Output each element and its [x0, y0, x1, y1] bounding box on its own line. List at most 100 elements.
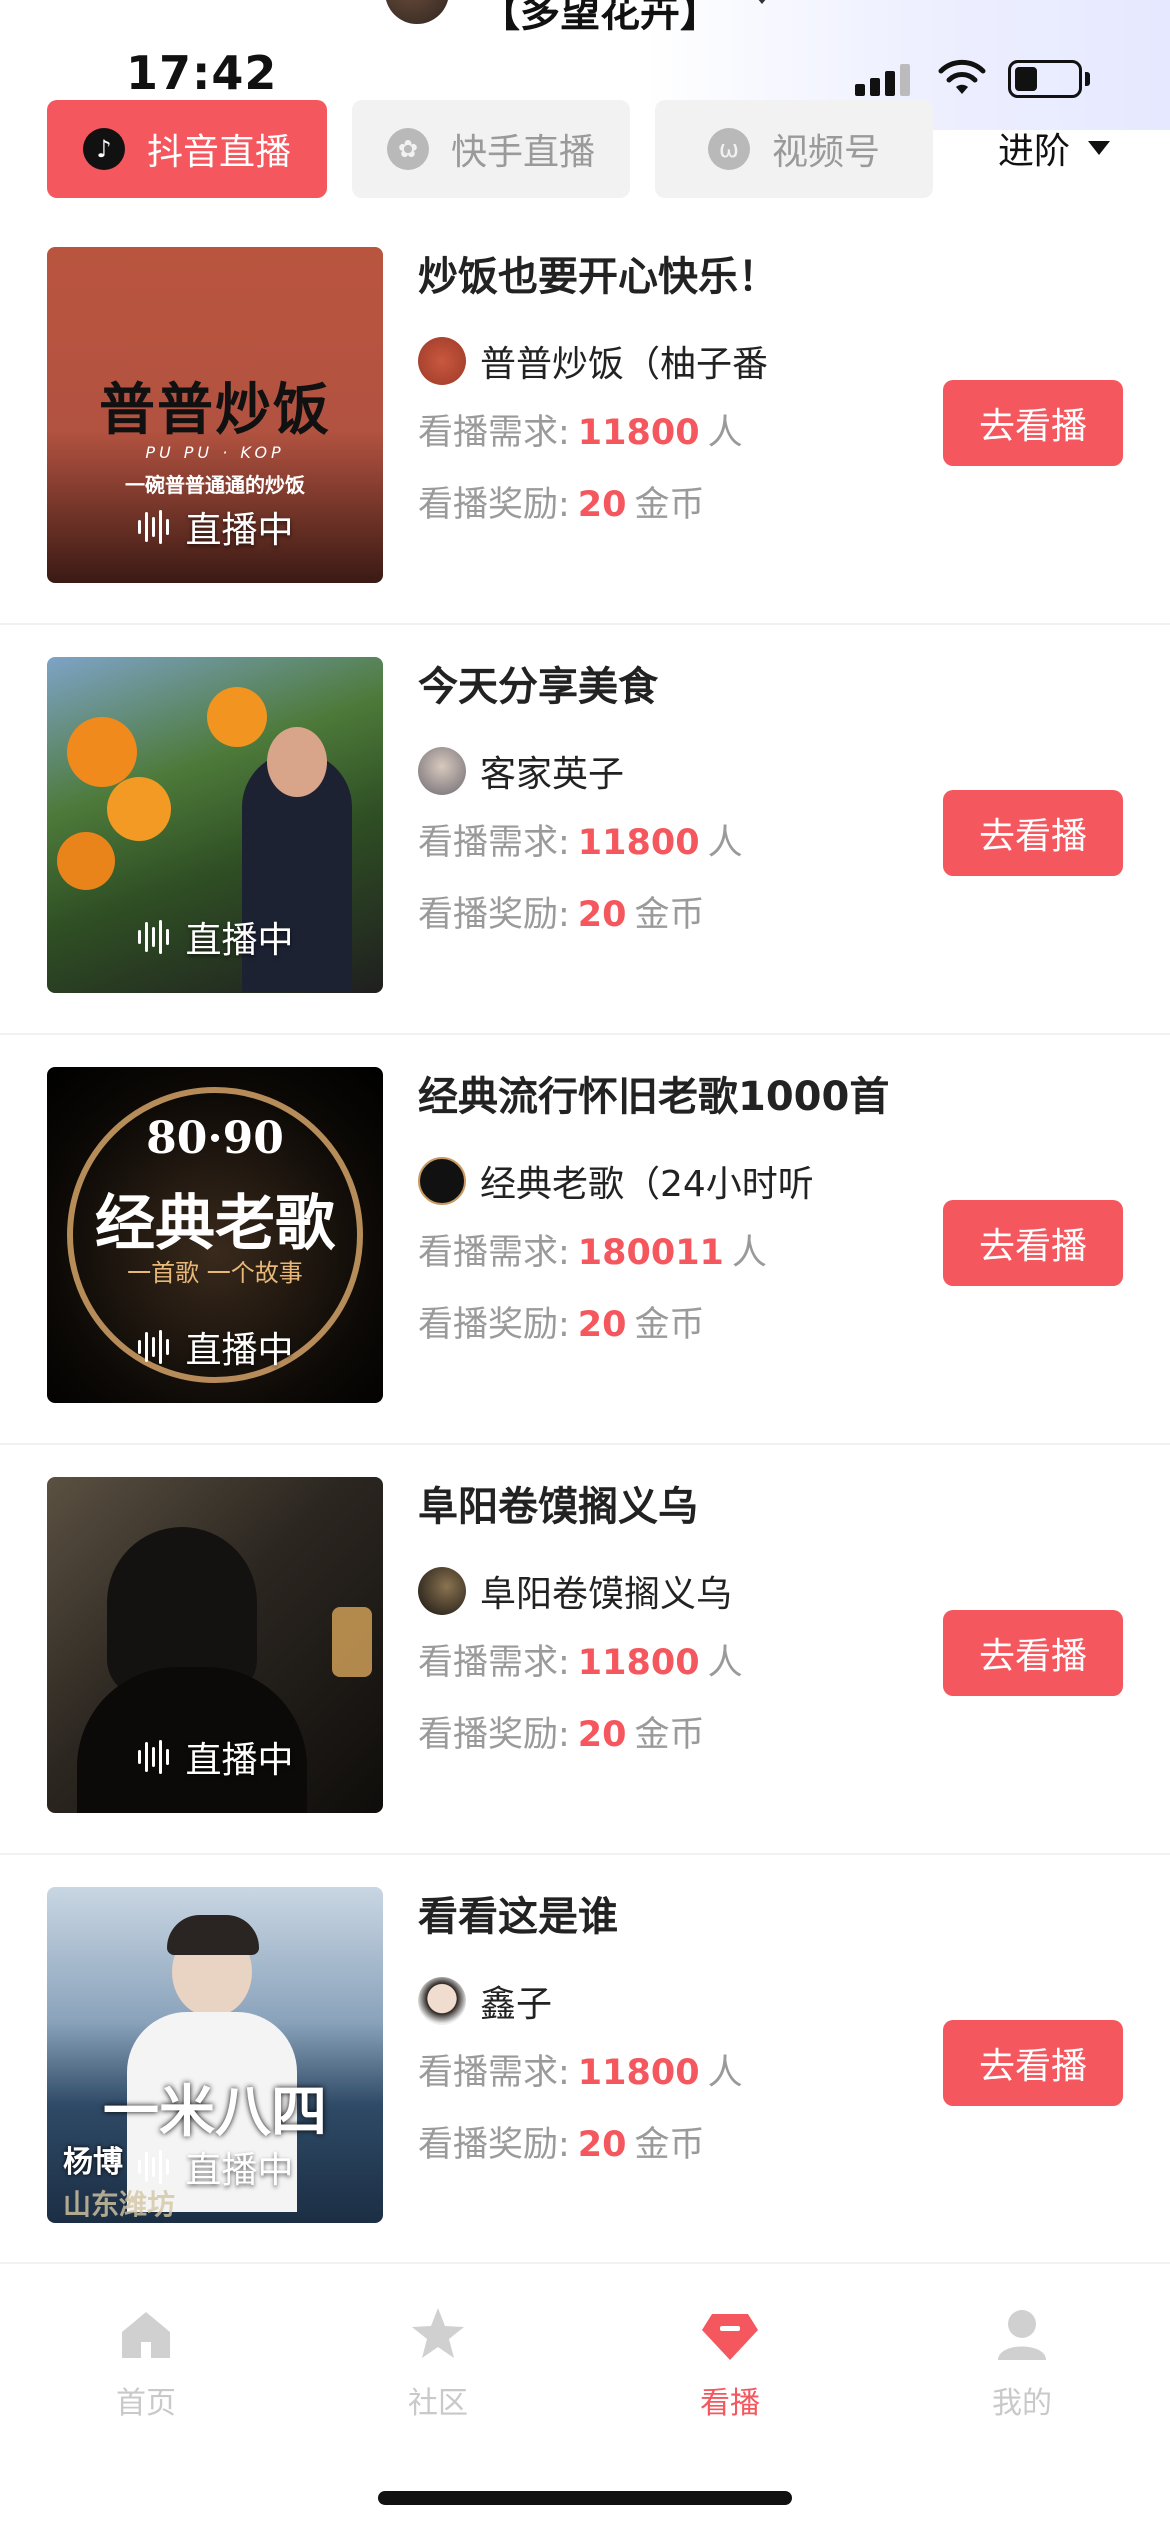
audio-wave-icon [136, 2149, 171, 2185]
watch-reward: 看播奖励: 20 金币 [418, 485, 705, 525]
list-item[interactable]: 直播中 今天分享美食 客家英子 看播需求: 11800 人 看播奖励: 20 金币 去看… [0, 625, 1170, 1035]
go-watch-button[interactable]: 去看播 [943, 790, 1123, 876]
platform-tabs: ♪ 抖音直播 ✿ 快手直播 ω 视频号 进阶 [0, 100, 1170, 200]
tab-label: 快手直播 [450, 132, 595, 173]
live-list: 普普炒饭 PU PU · KOP 一碗普普通通的炒饭 直播中 炒饭也要开心快乐！… [0, 215, 1170, 2265]
chevron-down-icon[interactable] [752, 0, 772, 4]
stream-thumbnail[interactable]: 普普炒饭 PU PU · KOP 一碗普普通通的炒饭 直播中 [47, 247, 383, 583]
stream-title: 阜阳卷馍搁义乌 [418, 1484, 698, 1530]
host-row: 客家英子 [418, 735, 918, 807]
list-item[interactable]: 80·90 经典老歌 一首歌 一个故事 直播中 经典流行怀旧老歌1000首 经典… [0, 1035, 1170, 1445]
tab-label: 抖音直播 [146, 132, 291, 173]
live-badge: 直播中 [47, 911, 383, 963]
cellular-signal-icon [855, 62, 915, 96]
host-name: 普普炒饭（柚子番 [480, 344, 769, 385]
wifi-icon [938, 59, 986, 94]
host-row: 阜阳卷馍搁义乌 [418, 1555, 918, 1627]
nav-community[interactable]: 社区 [348, 2304, 528, 2422]
watch-demand: 看播需求: 180011 人 [418, 1233, 767, 1273]
thumbnail-title: 经典老歌 [95, 1189, 335, 1259]
host-row: 经典老歌（24小时听 [418, 1145, 918, 1217]
host-name: 鑫子 [480, 1984, 553, 2025]
stream-title: 今天分享美食 [418, 664, 658, 710]
thumbnail-subtitle: 一首歌 一个故事 [127, 1259, 303, 1287]
shop-avatar[interactable] [385, 0, 449, 24]
stream-thumbnail[interactable]: 直播中 [47, 657, 383, 993]
tab-label: 视频号 [771, 132, 880, 173]
home-icon [122, 2312, 170, 2358]
stream-thumbnail[interactable]: 一米八四 杨博 山东潍坊 直播中 [47, 1887, 383, 2223]
host-avatar [418, 1977, 466, 2025]
caret-down-icon [1088, 141, 1111, 155]
thumbnail-title: 普普炒饭 [99, 378, 331, 443]
host-name: 阜阳卷馍搁义乌 [480, 1574, 733, 1615]
go-watch-button[interactable]: 去看播 [943, 380, 1123, 466]
stream-info: 今天分享美食 客家英子 看播需求: 11800 人 看播奖励: 20 金币 [418, 647, 918, 951]
live-label: 直播中 [185, 1330, 294, 1371]
stream-title: 炒饭也要开心快乐！ [418, 254, 778, 300]
list-item[interactable]: 一米八四 杨博 山东潍坊 直播中 看看这是谁 鑫子 看播需求: 11800 人 看播… [0, 1855, 1170, 2265]
page: 【多望花卉】 17:42 ♪ 抖音直播 ✿ 快手直播 ω 视频号 进阶 普普炒饭… [0, 0, 1170, 2532]
watch-gem-icon [702, 2314, 758, 2360]
audio-wave-icon [136, 919, 171, 955]
stream-thumbnail[interactable]: 80·90 经典老歌 一首歌 一个故事 直播中 [47, 1067, 383, 1403]
nav-label: 看播 [700, 2386, 760, 2421]
battery-icon [1008, 60, 1090, 98]
host-row: 鑫子 [418, 1965, 918, 2037]
nav-label: 首页 [116, 2386, 176, 2421]
host-avatar [418, 747, 466, 795]
go-watch-button[interactable]: 去看播 [943, 1200, 1123, 1286]
audio-wave-icon [136, 509, 171, 545]
advanced-label: 进阶 [998, 131, 1071, 172]
stream-info: 经典流行怀旧老歌1000首 经典老歌（24小时听 看播需求: 180011 人 看播… [418, 1057, 918, 1361]
go-watch-button[interactable]: 去看播 [943, 2020, 1123, 2106]
host-avatar [418, 1157, 466, 1205]
status-time: 17:42 [126, 46, 278, 100]
star-icon [412, 2308, 464, 2358]
watch-demand: 看播需求: 11800 人 [418, 823, 743, 863]
live-badge: 直播中 [47, 501, 383, 553]
live-label: 直播中 [185, 920, 294, 961]
channels-icon: ω [707, 128, 750, 170]
nav-home[interactable]: 首页 [56, 2304, 236, 2422]
profile-icon [998, 2310, 1046, 2360]
tab-channels[interactable]: ω 视频号 [655, 100, 933, 198]
tab-douyin[interactable]: ♪ 抖音直播 [47, 100, 327, 198]
host-avatar [418, 1567, 466, 1615]
stream-info: 看看这是谁 鑫子 看播需求: 11800 人 看播奖励: 20 金币 [418, 1877, 918, 2181]
watch-reward: 看播奖励: 20 金币 [418, 1715, 705, 1755]
stream-title: 经典流行怀旧老歌1000首 [418, 1074, 890, 1120]
list-item[interactable]: 普普炒饭 PU PU · KOP 一碗普普通通的炒饭 直播中 炒饭也要开心快乐！… [0, 215, 1170, 625]
live-badge: 直播中 [47, 1731, 383, 1783]
tab-kuaishou[interactable]: ✿ 快手直播 [352, 100, 630, 198]
thumbnail-subtitle: PU PU · KOP [145, 443, 285, 462]
douyin-icon: ♪ [82, 128, 125, 170]
watch-demand: 看播需求: 11800 人 [418, 413, 743, 453]
audio-wave-icon [136, 1739, 171, 1775]
go-watch-button[interactable]: 去看播 [943, 1610, 1123, 1696]
list-item[interactable]: 直播中 阜阳卷馍搁义乌 阜阳卷馍搁义乌 看播需求: 11800 人 看播奖励: 20 金… [0, 1445, 1170, 1855]
nav-watch[interactable]: 看播 [640, 2304, 820, 2422]
shop-title[interactable]: 【多望花卉】 [480, 0, 720, 38]
watch-reward: 看播奖励: 20 金币 [418, 2125, 705, 2165]
home-indicator[interactable] [378, 2491, 792, 2505]
live-label: 直播中 [185, 510, 294, 551]
live-badge: 直播中 [47, 1321, 383, 1373]
stream-thumbnail[interactable]: 直播中 [47, 1477, 383, 1813]
kuaishou-icon: ✿ [386, 128, 429, 170]
nav-label: 社区 [408, 2386, 468, 2421]
thumbnail-title: 一米八四 [103, 2080, 327, 2145]
host-avatar [418, 337, 466, 385]
advanced-dropdown[interactable]: 进阶 [998, 122, 1111, 174]
host-name: 经典老歌（24小时听 [480, 1164, 814, 1205]
nav-profile[interactable]: 我的 [932, 2304, 1112, 2422]
watch-reward: 看播奖励: 20 金币 [418, 895, 705, 935]
host-row: 普普炒饭（柚子番 [418, 325, 918, 397]
host-name: 客家英子 [480, 754, 625, 795]
watch-demand: 看播需求: 11800 人 [418, 1643, 743, 1683]
stream-info: 阜阳卷馍搁义乌 阜阳卷馍搁义乌 看播需求: 11800 人 看播奖励: 20 金币 [418, 1467, 918, 1771]
watch-demand: 看播需求: 11800 人 [418, 2053, 743, 2093]
thumbnail-top-text: 80·90 [146, 1113, 284, 1164]
nav-label: 我的 [992, 2386, 1052, 2421]
live-label: 直播中 [185, 1740, 294, 1781]
